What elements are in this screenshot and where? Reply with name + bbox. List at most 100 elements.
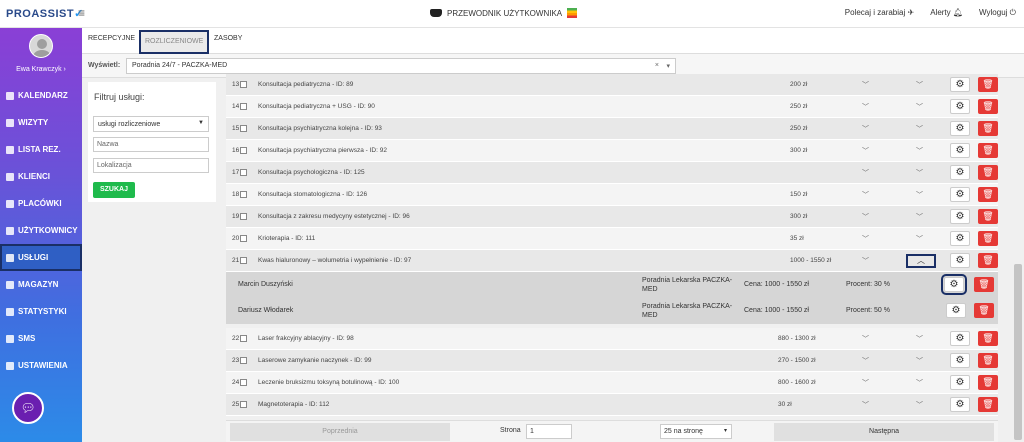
user-guide-link[interactable]: PRZEWODNIK UŻYTKOWNIKA bbox=[430, 8, 578, 18]
chevron-down-icon[interactable]: ﹀ bbox=[916, 124, 923, 134]
row-checkbox[interactable] bbox=[240, 103, 248, 110]
row-checkbox[interactable] bbox=[240, 147, 248, 154]
scrollbar-thumb[interactable] bbox=[1014, 264, 1022, 440]
chevron-down-icon[interactable]: ﹀ bbox=[916, 334, 923, 344]
nav-magazyn[interactable]: MAGAZYN bbox=[0, 271, 82, 298]
trash-icon[interactable]: 🗑︎ bbox=[978, 397, 998, 412]
row-checkbox[interactable] bbox=[240, 213, 248, 220]
chevron-down-icon[interactable]: ﹀ bbox=[862, 190, 869, 200]
tab-rozliczeniowe[interactable]: ROZLICZENIOWE bbox=[139, 30, 210, 54]
chevron-down-icon[interactable]: ﹀ bbox=[862, 124, 869, 134]
gear-icon[interactable]: ⚙ bbox=[950, 165, 970, 180]
nav-uslugi[interactable]: USŁUGI bbox=[0, 244, 82, 271]
gear-icon[interactable]: ⚙ bbox=[950, 187, 970, 202]
chevron-down-icon[interactable]: ﹀ bbox=[916, 356, 923, 366]
chevron-down-icon[interactable]: ﹀ bbox=[916, 80, 923, 90]
gear-icon[interactable]: ⚙ bbox=[950, 397, 970, 412]
trash-icon[interactable]: 🗑︎ bbox=[978, 331, 998, 346]
clinic-select[interactable]: Poradnia 24/7 - PACZKA-MED × ▾ bbox=[126, 58, 676, 74]
chevron-down-icon[interactable]: ﹀ bbox=[916, 168, 923, 178]
chevron-down-icon[interactable]: ﹀ bbox=[862, 234, 869, 244]
gear-icon[interactable]: ⚙ bbox=[941, 274, 967, 295]
gear-icon[interactable]: ⚙ bbox=[950, 143, 970, 158]
row-checkbox[interactable] bbox=[240, 257, 248, 264]
row-checkbox[interactable] bbox=[240, 401, 248, 408]
tab-recepcyjne[interactable]: RECEPCYJNE bbox=[88, 35, 135, 42]
row-checkbox[interactable] bbox=[240, 357, 248, 364]
chevron-down-icon[interactable]: ﹀ bbox=[916, 400, 923, 410]
gear-icon[interactable]: ⚙ bbox=[950, 253, 970, 268]
chevron-down-icon[interactable]: ﹀ bbox=[862, 146, 869, 156]
menu-icon[interactable]: ≡ bbox=[78, 6, 85, 20]
nav-klienci[interactable]: KLIENCI bbox=[0, 163, 82, 190]
trash-icon[interactable]: 🗑︎ bbox=[978, 99, 998, 114]
nav-ustawienia[interactable]: USTAWIENIA bbox=[0, 352, 82, 379]
row-checkbox[interactable] bbox=[240, 379, 248, 386]
search-button[interactable]: SZUKAJ bbox=[93, 182, 135, 198]
chevron-down-icon[interactable]: ﹀ bbox=[916, 212, 923, 222]
scrollbar[interactable] bbox=[1012, 78, 1024, 442]
row-checkbox[interactable] bbox=[240, 335, 248, 342]
chevron-down-icon[interactable]: ﹀ bbox=[862, 80, 869, 90]
trash-icon[interactable]: 🗑︎ bbox=[978, 231, 998, 246]
row-checkbox[interactable] bbox=[240, 191, 248, 198]
chevron-down-icon[interactable]: ﹀ bbox=[862, 356, 869, 366]
service-type-select[interactable]: usługi rozliczeniowe ▼ bbox=[93, 116, 209, 132]
trash-icon[interactable]: 🗑︎ bbox=[978, 253, 998, 268]
trash-icon[interactable]: 🗑︎ bbox=[978, 209, 998, 224]
prev-button[interactable]: Poprzednia bbox=[230, 423, 450, 441]
gear-icon[interactable]: ⚙ bbox=[950, 331, 970, 346]
trash-icon[interactable]: 🗑︎ bbox=[978, 143, 998, 158]
gear-icon[interactable]: ⚙ bbox=[950, 99, 970, 114]
chevron-up-icon[interactable]: ︿ bbox=[906, 254, 936, 268]
nav-lista-rez[interactable]: LISTA REZ. bbox=[0, 136, 82, 163]
logo[interactable]: PROASSIST✓ bbox=[6, 7, 84, 20]
chevron-down-icon[interactable]: ﹀ bbox=[862, 334, 869, 344]
gear-icon[interactable]: ⚙ bbox=[950, 77, 970, 92]
chevron-down-icon[interactable]: ﹀ bbox=[862, 378, 869, 388]
chevron-down-icon[interactable]: ﹀ bbox=[862, 212, 869, 222]
chevron-down-icon[interactable]: ﹀ bbox=[916, 102, 923, 112]
gear-icon[interactable]: ⚙ bbox=[950, 353, 970, 368]
chevron-down-icon[interactable]: ﹀ bbox=[862, 400, 869, 410]
page-input[interactable]: 1 bbox=[526, 424, 572, 439]
chevron-down-icon[interactable]: ﹀ bbox=[916, 146, 923, 156]
nav-kalendarz[interactable]: KALENDARZ bbox=[0, 82, 82, 109]
tab-zasoby[interactable]: ZASOBY bbox=[214, 35, 242, 42]
name-input[interactable]: Nazwa bbox=[93, 137, 209, 152]
trash-icon[interactable]: 🗑︎ bbox=[978, 187, 998, 202]
nav-placowki[interactable]: PLACÓWKI bbox=[0, 190, 82, 217]
trash-icon[interactable]: 🗑︎ bbox=[978, 121, 998, 136]
nav-sms[interactable]: SMS bbox=[0, 325, 82, 352]
chat-icon[interactable]: 💬︎ bbox=[12, 392, 44, 424]
per-page-select[interactable]: 25 na stronę ▾ bbox=[660, 424, 732, 439]
nav-uzytkownicy[interactable]: UŻYTKOWNICY bbox=[0, 217, 82, 244]
refer-link[interactable]: Polecaj i zarabiaj ✈ bbox=[845, 8, 914, 18]
alerts-link[interactable]: Alerty 🔔︎ bbox=[930, 8, 963, 18]
gear-icon[interactable]: ⚙ bbox=[950, 209, 970, 224]
gear-icon[interactable]: ⚙ bbox=[950, 375, 970, 390]
avatar[interactable] bbox=[29, 34, 53, 58]
row-checkbox[interactable] bbox=[240, 169, 248, 176]
nav-wizyty[interactable]: WIZYTY bbox=[0, 109, 82, 136]
chevron-down-icon[interactable]: ﹀ bbox=[916, 234, 923, 244]
chevron-down-icon[interactable]: ﹀ bbox=[862, 102, 869, 112]
chevron-down-icon[interactable]: ﹀ bbox=[916, 190, 923, 200]
nav-statystyki[interactable]: STATYSTYKI bbox=[0, 298, 82, 325]
trash-icon[interactable]: 🗑︎ bbox=[978, 77, 998, 92]
location-input[interactable]: Lokalizacja bbox=[93, 158, 209, 173]
trash-icon[interactable]: 🗑︎ bbox=[978, 375, 998, 390]
gear-icon[interactable]: ⚙ bbox=[950, 231, 970, 246]
trash-icon[interactable]: 🗑︎ bbox=[974, 277, 994, 292]
trash-icon[interactable]: 🗑︎ bbox=[978, 165, 998, 180]
user-name[interactable]: Ewa Krawczyk › bbox=[0, 66, 82, 73]
row-checkbox[interactable] bbox=[240, 235, 248, 242]
chevron-down-icon[interactable]: ﹀ bbox=[862, 168, 869, 178]
trash-icon[interactable]: 🗑︎ bbox=[974, 303, 994, 318]
clear-icon[interactable]: × bbox=[655, 62, 659, 69]
row-checkbox[interactable] bbox=[240, 81, 248, 88]
chevron-down-icon[interactable]: ﹀ bbox=[862, 256, 869, 266]
row-checkbox[interactable] bbox=[240, 125, 248, 132]
logout-link[interactable]: Wyloguj ⏻ bbox=[979, 8, 1016, 18]
gear-icon[interactable]: ⚙ bbox=[950, 121, 970, 136]
